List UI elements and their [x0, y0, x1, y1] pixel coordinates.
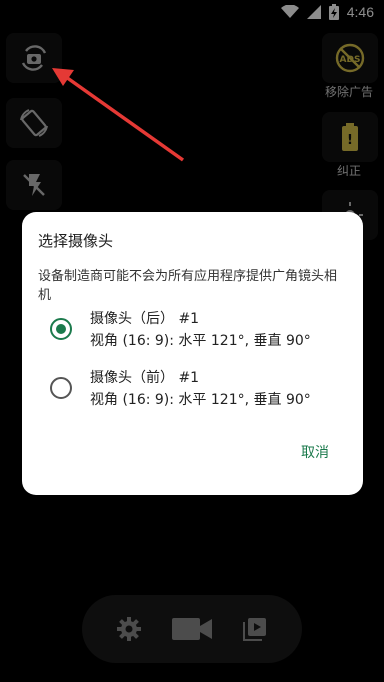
- radio-selected[interactable]: [50, 318, 72, 340]
- dialog-title: 选择摄像头: [38, 232, 114, 250]
- camera-select-dialog: 选择摄像头 设备制造商可能不会为所有应用程序提供广角镜头相机 摄像头（后） #1…: [22, 212, 363, 495]
- radio-unselected[interactable]: [50, 377, 72, 399]
- option-detail: 视角 (16: 9): 水平 121°, 垂直 90°: [90, 392, 311, 408]
- option-title: 摄像头（前） #1: [90, 370, 200, 386]
- cancel-button[interactable]: 取消: [301, 442, 329, 462]
- dialog-description: 设备制造商可能不会为所有应用程序提供广角镜头相机: [38, 269, 338, 303]
- option-title: 摄像头（后） #1: [90, 311, 200, 327]
- camera-option-rear[interactable]: 摄像头（后） #1 视角 (16: 9): 水平 121°, 垂直 90°: [50, 308, 350, 354]
- option-detail: 视角 (16: 9): 水平 121°, 垂直 90°: [90, 333, 311, 349]
- camera-option-front[interactable]: 摄像头（前） #1 视角 (16: 9): 水平 121°, 垂直 90°: [50, 367, 350, 413]
